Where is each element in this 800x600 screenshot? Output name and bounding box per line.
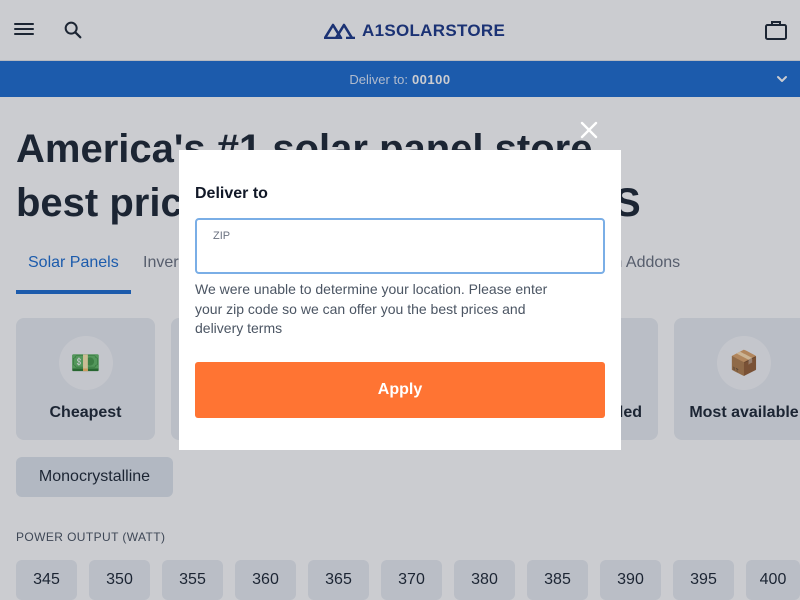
zip-field-label: ZIP [213,230,231,242]
location-message: We were unable to determine your locatio… [195,281,548,336]
apply-button[interactable]: Apply [195,362,605,418]
modal-title: Deliver to [195,185,268,202]
zip-field[interactable]: ZIP [195,218,605,274]
zip-input[interactable] [211,244,591,268]
close-icon[interactable] [577,118,601,142]
deliver-to-modal: Deliver to ZIP We were unable to determi… [179,150,621,450]
